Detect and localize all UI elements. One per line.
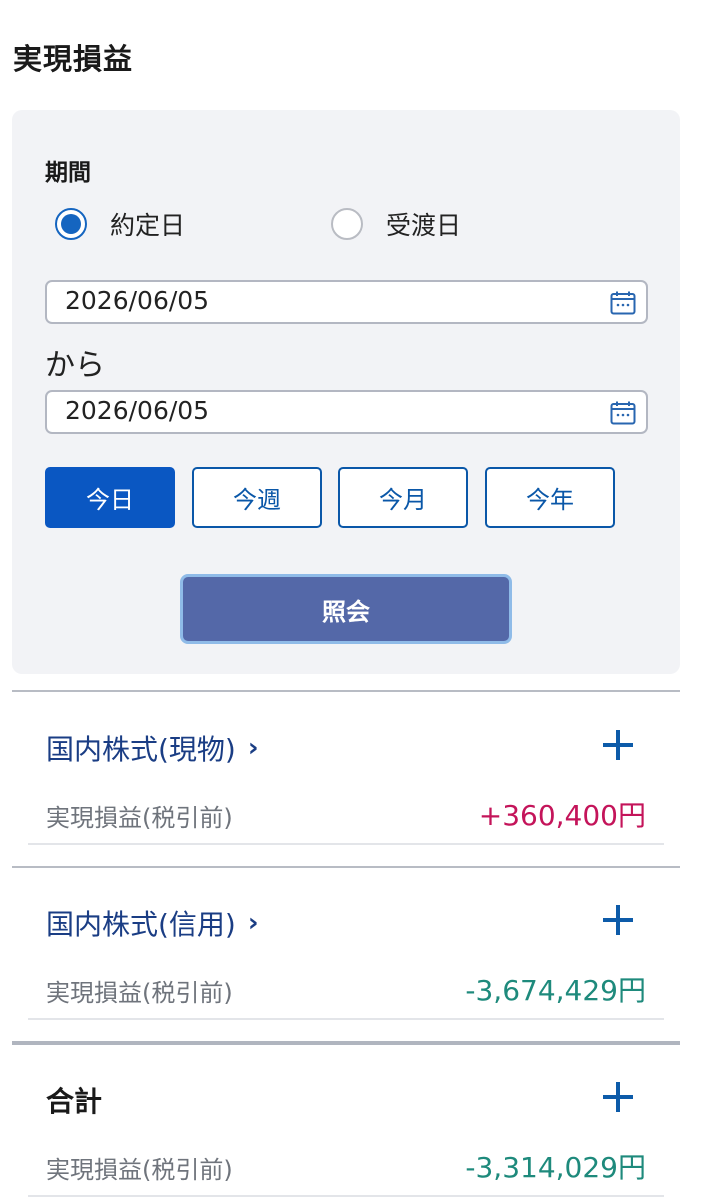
total-divider	[12, 1041, 680, 1045]
radio-trade-date[interactable]: 約定日	[55, 206, 185, 242]
from-date-value: 2026/06/05	[65, 286, 210, 315]
filter-panel: 期間 約定日 受渡日 2026/06/05 から 2026/06/05 今日 今…	[12, 110, 680, 674]
radio-settlement-date[interactable]: 受渡日	[331, 206, 461, 242]
row-divider	[28, 843, 664, 845]
row-divider	[28, 1018, 664, 1020]
radio-trade-date-label: 約定日	[110, 211, 186, 240]
chevron-right-icon: ›	[247, 908, 259, 938]
plus-icon[interactable]	[603, 905, 633, 935]
calendar-icon[interactable]	[610, 291, 636, 315]
section-total-pl-value: -3,314,029円	[465, 1151, 646, 1184]
radio-settlement-date-label: 受渡日	[386, 211, 462, 240]
section-cash-stocks-link[interactable]: 国内株式(現物) ›	[46, 728, 259, 768]
divider	[12, 866, 680, 868]
section-total-title: 合計	[46, 1080, 102, 1120]
section-total-title-text: 合計	[46, 1085, 103, 1118]
period-label: 期間	[45, 160, 91, 186]
to-date-input[interactable]: 2026/06/05	[45, 390, 648, 434]
to-date-value: 2026/06/05	[65, 396, 210, 425]
this-month-button[interactable]: 今月	[338, 467, 468, 528]
from-suffix-label: から	[45, 348, 105, 383]
section-margin-stocks-title: 国内株式(信用)	[46, 908, 236, 941]
from-date-input[interactable]: 2026/06/05	[45, 280, 648, 324]
radio-trade-date-circle[interactable]	[55, 208, 87, 240]
row-divider	[28, 1195, 664, 1197]
section-margin-stocks-link[interactable]: 国内株式(信用) ›	[46, 903, 259, 943]
page-title: 実現損益	[13, 42, 134, 76]
divider	[12, 690, 680, 692]
chevron-right-icon: ›	[247, 733, 259, 763]
calendar-icon[interactable]	[610, 401, 636, 425]
plus-icon[interactable]	[603, 730, 633, 760]
inquiry-button[interactable]: 照会	[180, 574, 512, 644]
section-total-pl-label: 実現損益(税引前)	[46, 1156, 233, 1184]
section-margin-pl-value: -3,674,429円	[465, 974, 646, 1007]
this-year-button[interactable]: 今年	[485, 467, 615, 528]
radio-settlement-date-circle[interactable]	[331, 208, 363, 240]
section-cash-stocks-title: 国内株式(現物)	[46, 733, 236, 766]
section-margin-pl-label: 実現損益(税引前)	[46, 979, 233, 1007]
section-cash-pl-label: 実現損益(税引前)	[46, 804, 233, 832]
section-cash-pl-value: +360,400円	[478, 799, 646, 832]
plus-icon[interactable]	[603, 1082, 633, 1112]
today-button[interactable]: 今日	[45, 467, 175, 528]
this-week-button[interactable]: 今週	[192, 467, 322, 528]
